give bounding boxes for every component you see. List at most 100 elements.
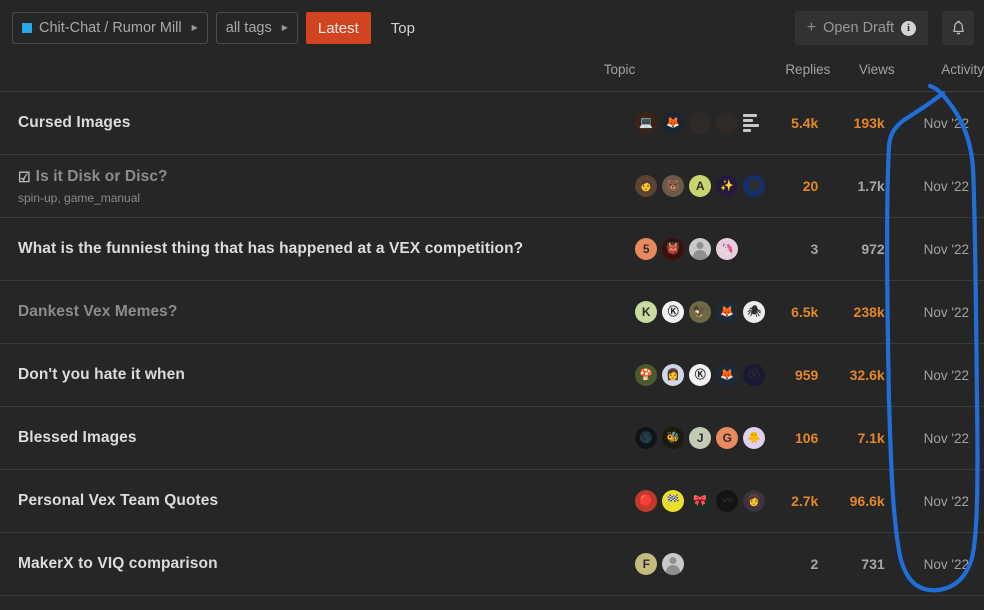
replies-count[interactable]: 20	[755, 154, 831, 218]
poster-avatar-group: 🔴 🏁 🎀 〰 👩	[635, 490, 766, 512]
topic-title-link[interactable]: Don't you hate it when	[18, 366, 185, 384]
replies-count[interactable]: 6.5k	[755, 280, 831, 344]
poster-avatar[interactable]: 👩	[662, 364, 685, 386]
tab-latest[interactable]: Latest	[305, 12, 371, 44]
poster-avatar[interactable]: ٩	[716, 112, 739, 134]
poster-avatar[interactable]: 🌑	[635, 427, 658, 449]
poster-avatar[interactable]: 🔴	[635, 490, 658, 512]
poster-avatar-letter[interactable]: F	[635, 553, 658, 575]
poster-avatar-group: F	[635, 553, 753, 575]
views-count[interactable]: 193k	[830, 91, 895, 155]
info-icon[interactable]: i	[901, 20, 916, 36]
topic-cell: Don't you hate it when	[0, 343, 636, 407]
replies-count[interactable]: 5.4k	[755, 91, 831, 155]
table-row[interactable]: Blessed Images 🌑 🐝 J G 🐥 106 7.1k Nov '22	[0, 406, 984, 470]
column-header-activity[interactable]: Activity	[894, 56, 984, 92]
table-row[interactable]: MakerX to VIQ comparison F 2 731 Nov '22	[0, 532, 984, 596]
poster-avatar[interactable]: 🦅	[689, 301, 712, 323]
poster-avatar[interactable]: 🦊	[662, 112, 685, 134]
poster-avatar[interactable]: 🦊	[716, 301, 739, 323]
table-row[interactable]: Don't you hate it when 🍄 👩 Ⓚ 🦊 Ⓥ 959 32.6k Nov '…	[0, 343, 984, 407]
views-count[interactable]: 1.7k	[830, 154, 895, 218]
poster-avatar-default[interactable]	[689, 238, 712, 260]
posters-cell: 🔴 🏁 🎀 〰 👩	[635, 469, 766, 533]
views-count[interactable]: 7.1k	[830, 406, 895, 470]
notifications-button[interactable]	[942, 11, 974, 45]
poster-avatar[interactable]: Ⓚ	[662, 301, 685, 323]
page-header: Chit-Chat / Rumor Mill ▶ all tags ▶ Late…	[0, 0, 984, 56]
forum-topic-list-page: Chit-Chat / Rumor Mill ▶ all tags ▶ Late…	[0, 0, 984, 610]
table-header: Topic Replies Views Activity	[0, 56, 984, 92]
open-draft-button[interactable]: + Open Draft i	[794, 11, 928, 45]
views-count[interactable]: 96.6k	[830, 469, 895, 533]
bell-icon	[952, 20, 964, 35]
table-row[interactable]: Personal Vex Team Quotes 🔴 🏁 🎀 〰 👩 2.7k 96.6k No…	[0, 469, 984, 533]
poster-avatar[interactable]: ✨	[716, 175, 739, 197]
table-row[interactable]: Cursed Images 💻 🦊 ✕ ٩ 5.4k 193k Nov '22	[0, 91, 984, 155]
posters-cell: 🍄 👩 Ⓚ 🦊 Ⓥ	[635, 343, 766, 407]
category-filter-label: Chit-Chat / Rumor Mill	[39, 20, 182, 36]
poster-avatar[interactable]: 🐻	[662, 175, 685, 197]
replies-count[interactable]: 2	[755, 532, 831, 596]
category-color-swatch	[22, 23, 32, 33]
poster-avatar[interactable]: 🐝	[662, 427, 685, 449]
tab-top[interactable]: Top	[379, 12, 427, 44]
table-row[interactable]: Dankest Vex Memes? K Ⓚ 🦅 🦊 🕷 6.5k 238k Nov '22	[0, 280, 984, 344]
activity-date[interactable]: Nov '22	[894, 532, 984, 596]
topic-title-link[interactable]: What is the funniest thing that has happ…	[18, 240, 523, 258]
replies-count[interactable]: 959	[755, 343, 831, 407]
column-header-views[interactable]: Views	[830, 56, 895, 92]
views-count[interactable]: 972	[830, 217, 895, 281]
poster-avatar-letter[interactable]: K	[635, 301, 658, 323]
topic-title-link[interactable]: Personal Vex Team Quotes	[18, 492, 218, 510]
category-filter-dropdown[interactable]: Chit-Chat / Rumor Mill ▶	[12, 12, 208, 44]
poster-avatar[interactable]: 🍄	[635, 364, 658, 386]
tags-filter-dropdown[interactable]: all tags ▶	[215, 12, 298, 44]
poster-avatar[interactable]: 〰	[716, 490, 739, 512]
poster-avatar-letter[interactable]: 5	[635, 238, 658, 260]
poll-results-icon	[743, 113, 765, 133]
poster-avatar[interactable]: 🧑	[635, 175, 658, 197]
replies-count[interactable]: 3	[755, 217, 831, 281]
topic-tags[interactable]: spin-up, game_manual	[18, 191, 635, 205]
activity-date[interactable]: Nov '22	[894, 91, 984, 155]
poster-avatar[interactable]: Ⓚ	[689, 364, 712, 386]
posters-cell: K Ⓚ 🦅 🦊 🕷	[635, 280, 766, 344]
topic-cell: MakerX to VIQ comparison	[0, 532, 636, 596]
poster-avatar[interactable]: 👹	[662, 238, 685, 260]
activity-date[interactable]: Nov '22	[894, 469, 984, 533]
topic-cell: ☑ Is it Disk or Disc? spin-up, game_manual	[0, 154, 636, 218]
poster-avatar[interactable]: 🎀	[689, 490, 712, 512]
posters-cell: 🌑 🐝 J G 🐥	[635, 406, 766, 470]
poster-avatar[interactable]: 🦄	[716, 238, 739, 260]
posters-cell: F	[635, 532, 756, 596]
table-row[interactable]: What is the funniest thing that has happ…	[0, 217, 984, 281]
poster-avatar-letter[interactable]: J	[689, 427, 712, 449]
views-count[interactable]: 32.6k	[830, 343, 895, 407]
poster-avatar-group: 🌑 🐝 J G 🐥	[635, 427, 766, 449]
poster-avatar[interactable]: 🏁	[662, 490, 685, 512]
replies-count[interactable]: 2.7k	[755, 469, 831, 533]
column-header-topic[interactable]: Topic	[0, 56, 636, 92]
poster-avatar-letter[interactable]: G	[716, 427, 739, 449]
topic-title-link[interactable]: Dankest Vex Memes?	[18, 303, 177, 321]
table-row[interactable]: ☑ Is it Disk or Disc? spin-up, game_manual…	[0, 154, 984, 218]
topic-title-link[interactable]: MakerX to VIQ comparison	[18, 555, 218, 573]
poster-avatar[interactable]: ✕	[689, 112, 712, 134]
poster-avatar[interactable]: 💻	[635, 112, 658, 134]
topic-title-link[interactable]: Cursed Images	[18, 114, 130, 132]
poster-avatar[interactable]: 🦊	[716, 364, 739, 386]
activity-date[interactable]: Nov '22	[894, 406, 984, 470]
replies-count[interactable]: 106	[755, 406, 831, 470]
poster-avatar-default[interactable]	[662, 553, 685, 575]
activity-date[interactable]: Nov '22	[894, 280, 984, 344]
views-count[interactable]: 238k	[830, 280, 895, 344]
poster-avatar-letter[interactable]: A	[689, 175, 712, 197]
column-header-replies[interactable]: Replies	[755, 56, 831, 92]
activity-date[interactable]: Nov '22	[894, 154, 984, 218]
topic-title-link[interactable]: ☑ Is it Disk or Disc?	[18, 168, 168, 186]
topic-title-link[interactable]: Blessed Images	[18, 429, 137, 447]
views-count[interactable]: 731	[830, 532, 895, 596]
activity-date[interactable]: Nov '22	[894, 217, 984, 281]
activity-date[interactable]: Nov '22	[894, 343, 984, 407]
